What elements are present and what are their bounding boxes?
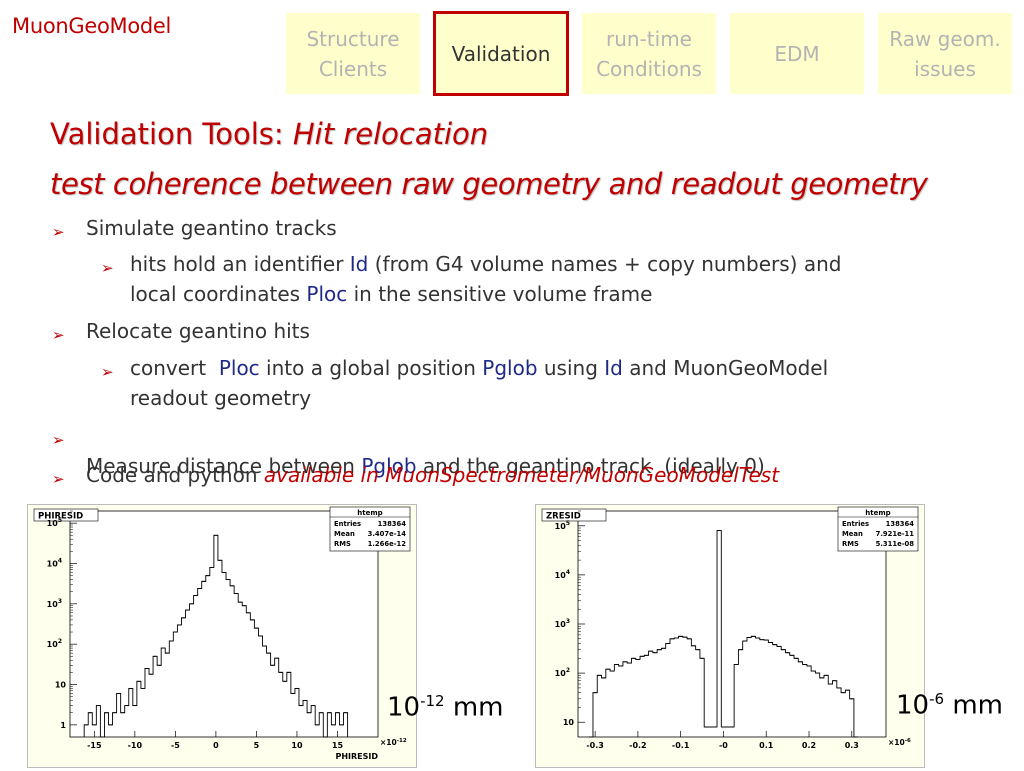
stats-name: htemp — [865, 509, 890, 517]
y-tick-label: 10 — [563, 718, 575, 727]
stats-value: 7.921e-11 — [876, 530, 915, 538]
slide-title: Validation Tools: Hit relocation — [50, 117, 488, 151]
x-axis-label: PHIRESID — [335, 752, 378, 761]
histogram-phiresid: PHIRESID -15 -10 -5 0 5 10 15 1 10 102 103 104 105 ×10… — [33, 506, 411, 761]
slide-title-emphasis: Hit relocation — [292, 117, 489, 151]
x-axis-multiplier: ×10-12 — [380, 738, 407, 747]
keyword-id: Id — [349, 252, 369, 276]
stats-key: RMS — [842, 540, 859, 548]
bullet-arrow-icon: ➢ — [101, 363, 114, 381]
stats-key: Mean — [334, 530, 355, 538]
stats-key: Mean — [842, 530, 863, 538]
x-tick-label: -0.1 — [672, 741, 690, 750]
y-tick-label: 102 — [555, 667, 570, 678]
text-run: and MuonGeoModel — [622, 356, 829, 380]
y-tick-label: 104 — [47, 557, 62, 568]
x-tick-label: 0.1 — [759, 741, 774, 750]
unit-base: 10 — [896, 690, 930, 721]
keyword-ploc: Ploc — [218, 356, 260, 380]
stats-key: Entries — [842, 520, 869, 528]
histogram-zresid-frame: ZRESID -0.3 -0.2 -0.1 -0 0.1 0.2 0.3 10 102 103 104… — [535, 504, 925, 768]
stats-name: htemp — [357, 509, 382, 517]
bullet-arrow-icon: ➢ — [52, 470, 65, 488]
histogram-zresid: ZRESID -0.3 -0.2 -0.1 -0 0.1 0.2 0.3 10 102 103 104… — [541, 506, 919, 750]
bullet-arrow-icon: ➢ — [101, 259, 114, 277]
slide-title-prefix: Validation Tools: — [50, 117, 293, 151]
code-location: available in MuonSpectrometer/MuonGeoMod… — [263, 463, 780, 487]
unit-label-phiresid: 10-12 mm — [387, 692, 504, 723]
stats-value: 5.311e-08 — [876, 540, 915, 548]
text-run: Code and python — [86, 463, 264, 487]
y-tick-label: 105 — [555, 520, 570, 531]
x-axis-multiplier: ×10-6 — [888, 738, 911, 747]
histogram-phiresid-frame: PHIRESID -15 -10 -5 0 5 10 15 1 10 102 103 104 105 ×10… — [27, 504, 417, 768]
y-tick-label: 103 — [555, 618, 570, 629]
x-tick-label: -0.2 — [629, 741, 647, 750]
keyword-ploc: Ploc — [306, 282, 348, 306]
x-tick-label: -0.3 — [586, 741, 604, 750]
stats-value: 138364 — [886, 520, 915, 528]
tab-validation[interactable]: Validation — [433, 11, 569, 96]
unit-exp: -12 — [420, 692, 445, 710]
unit-suffix: mm — [444, 692, 504, 723]
tab-raw-geom-issues[interactable]: Raw geom. issues — [878, 13, 1012, 94]
text-run: in the sensitive volume frame — [347, 282, 653, 306]
bullet-simulate: Simulate geantino tracks — [86, 216, 337, 240]
bullet-arrow-icon: ➢ — [52, 431, 65, 449]
y-tick-label: 1 — [60, 721, 66, 730]
bullet-arrow-icon: ➢ — [52, 223, 65, 241]
x-tick-label: 10 — [291, 741, 303, 750]
tab-structure-clients[interactable]: Structure Clients — [286, 13, 420, 94]
x-tick-label: 0.3 — [845, 741, 859, 750]
x-tick-label: 5 — [254, 741, 260, 750]
brand-logo-text: MuonGeoModel — [12, 14, 172, 38]
x-tick-label: 15 — [332, 741, 344, 750]
bullet-arrow-icon: ➢ — [52, 326, 65, 344]
keyword-pglob: Pglob — [482, 356, 538, 380]
x-tick-label: -5 — [171, 741, 180, 750]
unit-exp: -6 — [929, 690, 945, 708]
stats-value: 3.407e-14 — [368, 530, 407, 538]
x-tick-label: 0.2 — [802, 741, 816, 750]
sub-bullet-hits: hits hold an identifier Id (from G4 volu… — [130, 249, 970, 309]
x-tick-label: -15 — [87, 741, 102, 750]
y-tick-label: 104 — [555, 569, 570, 580]
y-tick-label: 10 — [55, 681, 67, 690]
tab-runtime-conditions[interactable]: run-time Conditions — [582, 13, 716, 94]
sub-bullet-convert: convert Ploc into a global position Pglo… — [130, 353, 970, 413]
y-tick-label: 105 — [47, 517, 62, 528]
stats-value: 138364 — [378, 520, 407, 528]
bullet-code: Code and python available in MuonSpectro… — [86, 460, 779, 490]
slide-subtitle: test coherence between raw geometry and … — [50, 167, 928, 201]
unit-base: 10 — [387, 692, 421, 723]
stats-key: RMS — [334, 540, 351, 548]
keyword-id: Id — [604, 356, 623, 380]
unit-suffix: mm — [944, 690, 1003, 721]
stats-key: Entries — [334, 520, 361, 528]
chart-title: ZRESID — [546, 512, 581, 522]
text-run: hits hold an identifier — [130, 252, 350, 276]
y-tick-label: 102 — [47, 638, 62, 649]
y-tick-label: 103 — [47, 598, 62, 609]
text-run: using — [537, 356, 605, 380]
tab-edm[interactable]: EDM — [730, 13, 864, 94]
stats-value: 1.266e-12 — [368, 540, 407, 548]
unit-label-zresid: 10-6 mm — [896, 690, 1003, 721]
x-tick-label: -10 — [128, 741, 143, 750]
text-run: local coordinates — [130, 282, 307, 306]
x-tick-label: -0 — [719, 741, 728, 750]
text-run: convert — [130, 356, 219, 380]
text-run: (from G4 volume names + copy numbers) an… — [368, 252, 842, 276]
text-run: readout geometry — [130, 386, 312, 410]
bullet-relocate: Relocate geantino hits — [86, 319, 310, 343]
text-run: into a global position — [259, 356, 483, 380]
x-tick-label: 0 — [213, 741, 219, 750]
